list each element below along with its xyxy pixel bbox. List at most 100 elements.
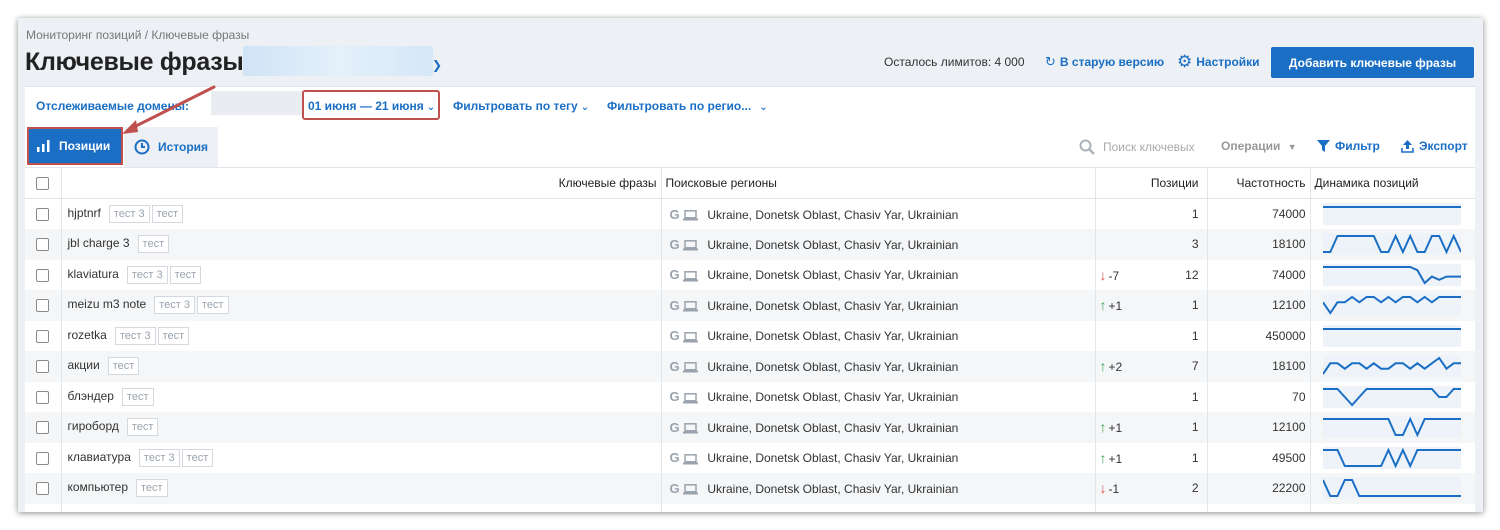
tag-badge[interactable]: тест xyxy=(137,235,170,254)
header-phrase[interactable]: Ключевые фразы xyxy=(61,167,662,199)
select-all-checkbox[interactable] xyxy=(36,177,50,191)
keyword-phrase[interactable]: клавиатура xyxy=(68,450,131,464)
old-version-link[interactable]: ↻ В старую версию xyxy=(1045,54,1164,70)
change-cell: ↑ +1 xyxy=(1095,412,1133,443)
search-region: Ukraine, Donetsk Oblast, Chasiv Yar, Ukr… xyxy=(707,268,959,283)
breadcrumb[interactable]: Мониторинг позиций / Ключевые фразы xyxy=(26,28,249,42)
operations-label: Операции xyxy=(1221,139,1281,153)
row-checkbox[interactable] xyxy=(36,329,50,343)
table-row[interactable]: rozetka тест 3 тест G Ukraine, Donetsk Obl… xyxy=(25,320,1475,351)
table-row[interactable]: klaviatura тест 3 тест G Ukraine, Donetsk … xyxy=(25,259,1475,290)
position-sparkline[interactable] xyxy=(1322,477,1461,500)
keyword-phrase[interactable]: hjptnrf xyxy=(68,206,101,220)
row-checkbox[interactable] xyxy=(36,238,50,252)
change-cell: ↑ +1 xyxy=(1095,290,1133,321)
google-icon: G xyxy=(669,297,680,313)
caret-down-icon: ▼ xyxy=(1287,142,1297,152)
keyword-phrase[interactable]: jbl charge 3 xyxy=(68,236,130,250)
position-sparkline[interactable] xyxy=(1322,294,1461,317)
row-checkbox[interactable] xyxy=(36,421,50,435)
tag-badge[interactable]: тест xyxy=(196,296,229,315)
table-row[interactable] xyxy=(25,503,1475,512)
date-range-picker[interactable]: 01 июня — 21 июня ⌄ xyxy=(308,99,435,113)
tag-badge[interactable]: тест 3 xyxy=(138,448,180,467)
tab-positions[interactable]: Позиции xyxy=(27,127,123,165)
sparkline-series xyxy=(1322,356,1461,375)
position-sparkline[interactable] xyxy=(1322,446,1461,469)
position-value: 7 xyxy=(1133,351,1208,382)
arrow-up-icon: ↑ xyxy=(1099,419,1107,436)
position-sparkline[interactable] xyxy=(1322,233,1461,256)
project-selector-blurred[interactable] xyxy=(243,46,433,76)
table-row[interactable]: jbl charge 3 тест G Ukraine, Donetsk Obla… xyxy=(25,229,1475,260)
position-sparkline[interactable] xyxy=(1322,355,1461,378)
tab-history[interactable]: История xyxy=(124,127,218,167)
keyword-phrase[interactable]: klaviatura xyxy=(68,267,119,281)
tag-filter-dropdown[interactable]: Фильтровать по тегу ⌄ xyxy=(453,99,589,113)
position-sparkline[interactable] xyxy=(1322,385,1461,408)
tag-badge[interactable]: тест xyxy=(121,387,154,406)
row-checkbox[interactable] xyxy=(36,208,50,222)
header-positions[interactable]: Позиции xyxy=(1133,167,1208,199)
tag-badge[interactable]: тест xyxy=(169,265,202,284)
dynamics-cell xyxy=(1310,290,1475,321)
settings-link[interactable]: ⚙ Настройки xyxy=(1177,53,1260,70)
table-row[interactable]: акции тест G Ukraine, Donetsk Oblast, Cha… xyxy=(25,351,1475,382)
position-sparkline[interactable] xyxy=(1322,263,1461,286)
row-checkbox[interactable] xyxy=(36,482,50,496)
frequency-value: 49500 xyxy=(1207,442,1311,473)
row-checkbox[interactable] xyxy=(36,390,50,404)
position-sparkline[interactable] xyxy=(1322,203,1461,225)
table-row[interactable]: meizu m3 note тест 3 тест G Ukraine, Donet… xyxy=(25,290,1475,321)
row-checkbox[interactable] xyxy=(36,299,50,313)
add-keywords-button[interactable]: Добавить ключевые фразы xyxy=(1271,47,1474,78)
position-sparkline[interactable] xyxy=(1322,416,1461,439)
tag-badge[interactable]: тест 3 xyxy=(108,205,150,223)
google-icon: G xyxy=(669,206,680,222)
chevron-down-icon[interactable]: ❯ xyxy=(432,58,442,72)
header-change xyxy=(1095,167,1133,199)
change-cell xyxy=(1095,229,1133,260)
header-frequency[interactable]: Частотность xyxy=(1207,167,1311,199)
domain-blurred[interactable] xyxy=(211,91,303,115)
sparkline-series xyxy=(1322,387,1461,407)
filter-button[interactable]: Фильтр xyxy=(1317,139,1380,153)
keyword-phrase[interactable]: акции xyxy=(68,358,100,372)
desktop-icon xyxy=(682,301,698,312)
keyword-phrase[interactable]: meizu m3 note xyxy=(68,297,147,311)
row-checkbox[interactable] xyxy=(36,268,50,282)
desktop-icon xyxy=(682,362,698,373)
search-input[interactable]: Поиск ключевых xyxy=(1103,140,1195,154)
tag-badge[interactable]: тест xyxy=(151,205,184,223)
keyword-phrase[interactable]: гироборд xyxy=(68,419,119,433)
tag-badge[interactable]: тест xyxy=(107,357,140,376)
table-row[interactable]: клавиатура тест 3 тест G Ukraine, Donetsk … xyxy=(25,442,1475,473)
frequency-value: 18100 xyxy=(1207,351,1311,382)
position-value: 1 xyxy=(1133,320,1208,351)
header-regions[interactable]: Поисковые регионы xyxy=(661,167,1096,199)
row-checkbox-cell xyxy=(25,259,62,290)
tag-badge[interactable]: тест 3 xyxy=(154,296,195,315)
tag-badge[interactable]: тест xyxy=(126,418,159,437)
row-checkbox[interactable] xyxy=(36,451,50,465)
table-row[interactable]: блэндер тест G Ukraine, Donetsk Oblast, C… xyxy=(25,381,1475,412)
table-row[interactable]: гироборд тест G Ukraine, Donetsk Oblast, … xyxy=(25,412,1475,443)
google-icon: G xyxy=(669,389,680,405)
export-button[interactable]: Экспорт xyxy=(1401,139,1468,153)
keyword-phrase[interactable]: блэндер xyxy=(68,389,114,403)
keyword-search[interactable]: Поиск ключевых xyxy=(1079,139,1195,155)
table-row[interactable]: компьютер тест G Ukraine, Donetsk Oblast,… xyxy=(25,473,1475,504)
tag-badge[interactable]: тест 3 xyxy=(114,326,156,345)
row-checkbox[interactable] xyxy=(36,360,50,374)
table-row[interactable]: hjptnrf тест 3 тест G Ukraine, Donetsk Obl… xyxy=(25,198,1475,229)
keyword-phrase[interactable]: rozetka xyxy=(68,328,107,342)
tag-badge[interactable]: тест xyxy=(157,326,190,345)
tag-badge[interactable]: тест xyxy=(136,479,168,498)
change-cell: ↑ +1 xyxy=(1095,442,1133,473)
tag-badge[interactable]: тест 3 xyxy=(126,265,168,284)
position-sparkline[interactable] xyxy=(1322,324,1461,347)
keyword-phrase[interactable]: компьютер xyxy=(68,480,129,494)
operations-dropdown[interactable]: Операции ▼ xyxy=(1221,139,1297,153)
tag-badge[interactable]: тест xyxy=(181,448,214,467)
region-filter-dropdown[interactable]: Фильтровать по регио... ⌄ xyxy=(607,99,768,113)
